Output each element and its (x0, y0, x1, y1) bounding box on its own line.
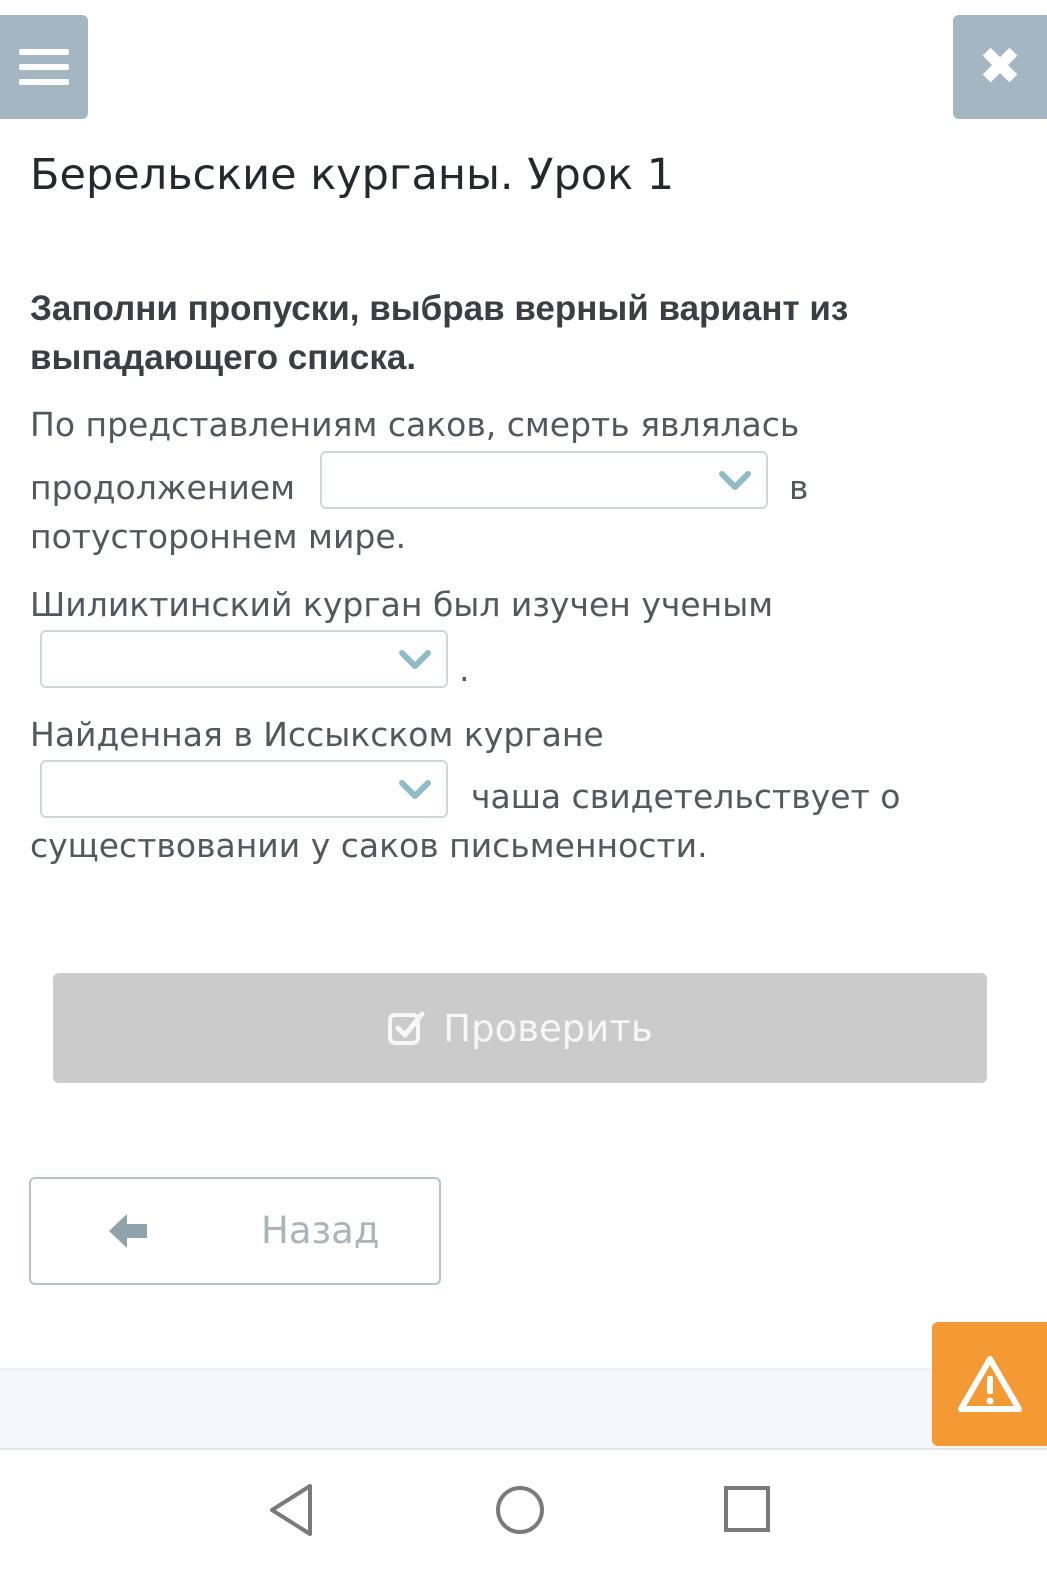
chevron-down-icon (719, 471, 751, 490)
report-problem-button[interactable] (932, 1322, 1047, 1446)
q3-text-line3: существовании у саков письменности. (30, 826, 708, 865)
chevron-down-icon (399, 780, 431, 799)
nav-home-icon[interactable] (494, 1482, 546, 1538)
close-button[interactable]: ✖ (953, 15, 1047, 119)
task-instruction: Заполни пропуски, выбрав верный вариант … (30, 284, 990, 382)
arrow-left-icon (109, 1214, 147, 1248)
menu-button[interactable] (0, 15, 88, 119)
check-button[interactable]: Проверить (53, 973, 987, 1083)
q1-dropdown[interactable] (320, 451, 768, 509)
q2-dropdown[interactable] (40, 630, 448, 688)
check-button-label: Проверить (443, 1006, 653, 1050)
q1-text-line3: потустороннем мире. (30, 517, 407, 556)
back-button[interactable]: Назад (29, 1177, 441, 1285)
instruction-line-1: Заполни пропуски, выбрав верный вариант … (30, 289, 849, 328)
q3-text-line1: Найденная в Иссыкском кургане (30, 715, 604, 754)
close-icon: ✖ (978, 37, 1022, 97)
q3-text-after: чаша свидетельствует о (471, 777, 901, 816)
checkbox-check-icon (388, 1011, 425, 1045)
system-navigation-bar (0, 1448, 1047, 1580)
q1-text-after: в (789, 468, 809, 507)
q1-text-before: продолжением (30, 468, 296, 507)
nav-recents-icon[interactable] (722, 1482, 772, 1538)
chevron-down-icon (399, 650, 431, 669)
page-title: Берельские курганы. Урок 1 (30, 150, 675, 200)
nav-back-icon[interactable] (266, 1482, 316, 1538)
q3-dropdown[interactable] (40, 760, 448, 818)
footer-strip (0, 1368, 1047, 1448)
instruction-line-2: выпадающего списка. (30, 338, 417, 377)
warning-icon (957, 1356, 1022, 1412)
q1-text-line1: По представлениям саков, смерть являлась (30, 405, 800, 444)
back-button-label: Назад (261, 1209, 380, 1252)
q2-text-line1: Шиликтинский курган был изучен ученым (30, 585, 774, 624)
q2-text-after: . (459, 650, 470, 689)
hamburger-menu-icon (19, 49, 69, 85)
